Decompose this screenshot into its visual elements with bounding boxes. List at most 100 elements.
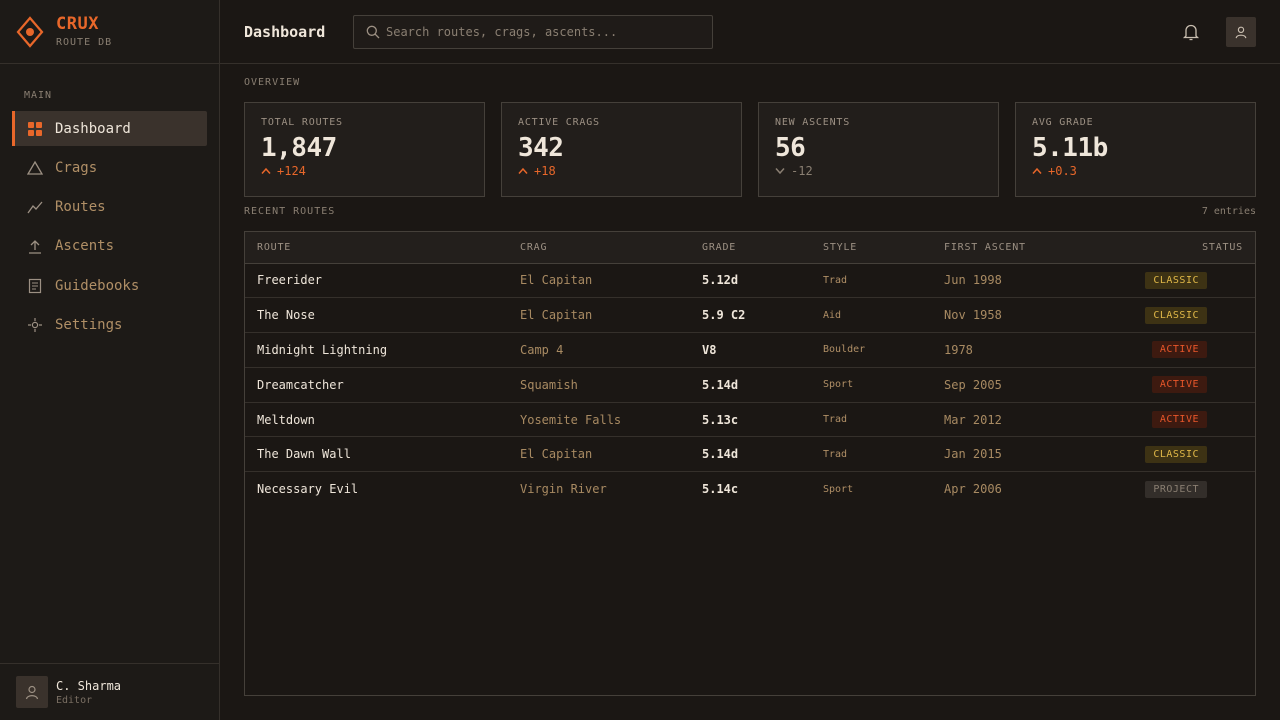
table-row[interactable]: The Nose El Capitan 5.9 C2 Aid Nov 1958 CLASS…	[245, 298, 1255, 333]
sidebar-item-guidebooks[interactable]: Guidebooks	[12, 268, 207, 303]
table-row[interactable]: The Dawn Wall El Capitan 5.14d Trad Jan 2015…	[245, 437, 1255, 472]
sidebar: CRUX ROUTE DB MAIN Dashboard Crags Route…	[0, 0, 220, 720]
column-header-grade[interactable]: GRADE	[690, 232, 811, 263]
diamond-logo-icon	[16, 15, 44, 48]
column-header-status[interactable]: STATUS	[1132, 232, 1255, 263]
user-icon	[25, 685, 39, 700]
status-badge: ACTIVE	[1151, 411, 1207, 429]
chevron-up-icon	[518, 167, 528, 174]
entries-count: 7 entries	[1201, 206, 1256, 217]
header-avatar[interactable]	[1226, 17, 1256, 47]
status-badge: CLASSIC	[1145, 306, 1207, 324]
sidebar-item-dashboard[interactable]: Dashboard	[12, 111, 207, 146]
style: Trad	[823, 448, 848, 460]
stat-value: 1,847	[261, 133, 337, 163]
chevron-up-icon	[1032, 167, 1042, 174]
book-icon	[26, 277, 44, 295]
user-role: Editor	[56, 694, 93, 706]
status-cell: CLASSIC	[1132, 263, 1255, 298]
grade: 5.14c	[702, 482, 739, 497]
column-header-route[interactable]: ROUTE	[245, 232, 508, 263]
crag-name[interactable]: Squamish	[508, 367, 690, 402]
column-header-crag[interactable]: CRAG	[508, 232, 690, 263]
route-name: The Dawn Wall	[257, 447, 351, 462]
trend-line-icon	[26, 198, 44, 216]
search-input[interactable]	[386, 24, 696, 39]
status-badge: PROJECT	[1145, 480, 1207, 498]
style: Boulder	[823, 344, 866, 356]
first-ascent: 1978	[944, 342, 973, 357]
stat-delta: +0.3	[1032, 164, 1239, 178]
crag-name[interactable]: El Capitan	[508, 298, 690, 333]
crag-name[interactable]: Yosemite Falls	[508, 402, 690, 437]
status-cell: ACTIVE	[1132, 402, 1255, 437]
table-row[interactable]: Freerider El Capitan 5.12d Trad Jun 1998 CLAS…	[245, 263, 1255, 298]
notification-bell-icon[interactable]	[1182, 22, 1200, 42]
stats-row: TOTAL ROUTES 1,847 +124 ACTIVE CRAGS 342…	[244, 102, 1256, 197]
column-header-first-ascent[interactable]: FIRST ASCENT	[932, 232, 1132, 263]
first-ascent: Mar 2012	[944, 412, 1002, 427]
search-icon	[366, 25, 380, 38]
crag-name[interactable]: El Capitan	[508, 437, 690, 472]
sidebar-item-label: Settings	[55, 316, 123, 333]
status-cell: CLASSIC	[1132, 298, 1255, 333]
style: Sport	[823, 483, 854, 495]
first-ascent: Jun 1998	[944, 273, 1002, 288]
sidebar-item-label: Crags	[55, 159, 98, 176]
style: Aid	[823, 309, 842, 321]
route-name: Freerider	[257, 273, 323, 288]
crag-name[interactable]: Virgin River	[508, 472, 690, 507]
style: Trad	[823, 274, 848, 286]
first-ascent: Sep 2005	[944, 377, 1002, 392]
stat-label: TOTAL ROUTES	[261, 117, 343, 128]
sidebar-item-label: Dashboard	[55, 120, 131, 137]
table-row[interactable]: Dreamcatcher Squamish 5.14d Sport Sep 2005 AC…	[245, 367, 1255, 403]
grade: 5.14d	[702, 447, 739, 462]
brand-name: CRUX	[56, 14, 99, 34]
sidebar-item-settings[interactable]: Settings	[12, 307, 207, 342]
user-profile[interactable]: C. Sharma Editor	[0, 663, 219, 720]
recent-routes-label: RECENT ROUTES	[244, 206, 336, 217]
crag-name[interactable]: El Capitan	[508, 263, 690, 298]
style: Trad	[823, 414, 848, 426]
chevron-down-icon	[775, 168, 785, 175]
stat-value: 5.11b	[1032, 133, 1108, 163]
sidebar-item-label: Ascents	[55, 238, 115, 255]
sidebar-item-routes[interactable]: Routes	[12, 190, 207, 225]
search-box[interactable]	[353, 14, 713, 49]
page-title: Dashboard	[244, 22, 326, 41]
table-header-row: ROUTE CRAG GRADE STYLE FIRST ASCENT STAT…	[245, 232, 1255, 263]
top-header: Dashboard	[220, 0, 1280, 64]
brand[interactable]: CRUX ROUTE DB	[0, 0, 219, 64]
table-row[interactable]: Meltdown Yosemite Falls 5.13c Trad Mar 2012 A…	[245, 402, 1255, 437]
sidebar-item-crags[interactable]: Crags	[12, 150, 207, 185]
table-row[interactable]: Necessary Evil Virgin River 5.14c Sport Apr …	[245, 472, 1255, 507]
first-ascent: Jan 2015	[944, 447, 1002, 462]
route-name: Necessary Evil	[257, 482, 359, 497]
chevron-up-icon	[261, 167, 271, 174]
upload-arrow-icon	[26, 237, 44, 255]
stat-label: AVG GRADE	[1032, 117, 1094, 128]
table-row[interactable]: Midnight Lightning Camp 4 V8 Boulder 1978 ACT…	[245, 333, 1255, 368]
user-name: C. Sharma	[56, 678, 122, 693]
stat-label: ACTIVE CRAGS	[518, 117, 600, 128]
route-name: Dreamcatcher	[257, 377, 344, 392]
status-badge: CLASSIC	[1145, 271, 1207, 289]
gear-icon	[26, 316, 44, 334]
stat-card: AVG GRADE 5.11b +0.3	[1015, 102, 1256, 197]
stat-card: TOTAL ROUTES 1,847 +124	[244, 102, 485, 197]
sidebar-item-label: Routes	[55, 199, 106, 216]
route-name: The Nose	[257, 308, 315, 323]
status-badge: CLASSIC	[1145, 445, 1207, 463]
routes-table: ROUTE CRAG GRADE STYLE FIRST ASCENT STAT…	[244, 231, 1256, 696]
route-name: Meltdown	[257, 412, 315, 427]
column-header-style[interactable]: STYLE	[811, 232, 932, 263]
status-cell: CLASSIC	[1132, 437, 1255, 472]
stat-value: 56	[775, 133, 806, 163]
grade: 5.12d	[702, 273, 739, 288]
grade: 5.9 C2	[702, 308, 746, 323]
route-name: Midnight Lightning	[257, 342, 388, 357]
crag-name[interactable]: Camp 4	[508, 333, 690, 368]
stat-label: NEW ASCENTS	[775, 117, 851, 128]
sidebar-item-ascents[interactable]: Ascents	[12, 229, 207, 264]
